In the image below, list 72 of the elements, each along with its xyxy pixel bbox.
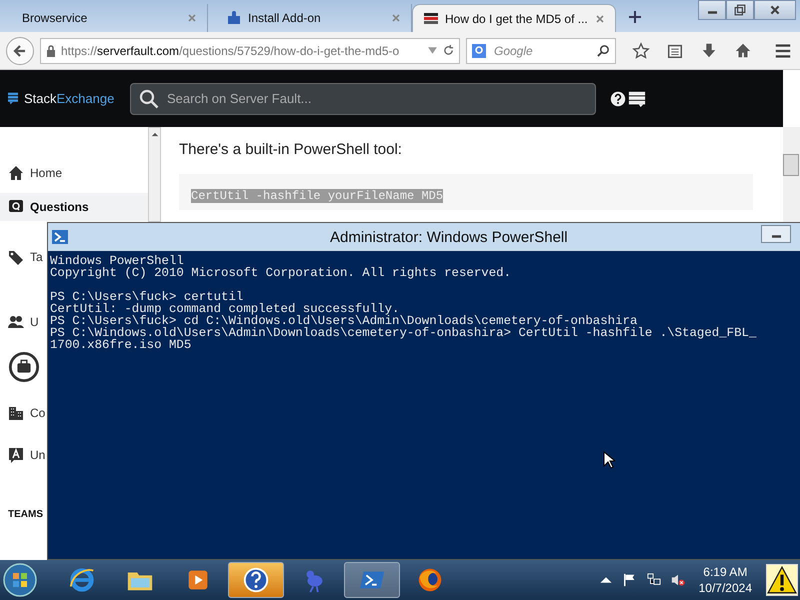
building-icon [8, 405, 24, 421]
console-line: PS C:\Users\fuck> certutil [50, 291, 244, 303]
window-title: Administrator: Windows PowerShell [330, 228, 568, 246]
search-icon [139, 88, 159, 108]
start-button[interactable] [2, 562, 38, 598]
clock[interactable]: 6:19 AM 10/7/2024 [698, 564, 752, 596]
users-icon [8, 314, 24, 330]
back-arrow-icon [12, 42, 28, 58]
home-icon[interactable] [734, 42, 752, 60]
search-field[interactable]: Google [466, 38, 616, 64]
close-button[interactable] [754, 0, 796, 20]
minimize-button[interactable] [761, 225, 791, 243]
restore-button[interactable] [726, 0, 754, 20]
close-icon [769, 4, 781, 16]
scrollbar[interactable] [148, 127, 161, 222]
chat-icon[interactable] [628, 90, 646, 108]
scrollbar[interactable] [783, 127, 800, 222]
search-icon [597, 44, 610, 57]
warning-icon[interactable] [766, 564, 798, 596]
dropdown-icon[interactable] [427, 45, 438, 56]
close-icon[interactable] [595, 14, 605, 24]
sidebar-item[interactable]: Co [0, 392, 46, 434]
search-engine-icon [472, 44, 486, 58]
lock-icon [46, 44, 56, 56]
sidebar-item[interactable]: U [0, 301, 46, 343]
powershell-icon [52, 229, 68, 245]
restore-icon [734, 4, 746, 16]
question-icon [8, 199, 24, 215]
help-icon[interactable] [610, 90, 626, 106]
answer-icon [8, 447, 24, 463]
site-icon [423, 10, 439, 26]
speaker-muted-icon[interactable] [670, 573, 685, 587]
console-line: CertUtil: -dump command completed successfully. [50, 303, 400, 315]
tag-icon [8, 249, 24, 265]
address-field[interactable]: https://serverfault.com/questions/57529/how-do-i-get-the-md5-o [40, 38, 460, 64]
flag-icon[interactable] [622, 573, 637, 587]
sidebar-item[interactable]: Home [0, 153, 148, 193]
url-text: https://serverfault.com/questions/57529/how-do-i-get-the-md5-o [61, 44, 400, 58]
network-icon[interactable] [646, 573, 661, 587]
menu-icon[interactable] [774, 42, 792, 60]
sidebar-item[interactable]: Un [0, 434, 46, 476]
search-field[interactable]: Search on Server Fault... [130, 82, 596, 114]
console-line: Copyright (C) 2010 Microsoft Corporation. All rights reserved. [50, 267, 512, 279]
minimize-icon [772, 235, 780, 238]
site-logo[interactable]: StackExchange [8, 91, 120, 106]
taskbar-button[interactable] [228, 562, 284, 598]
answer-text: There's a built-in PowerShell tool: [179, 141, 403, 158]
download-icon[interactable] [700, 42, 718, 60]
console-line: 1700.x86fre.iso MD5 [50, 339, 192, 351]
code-text: CertUtil -hashfile yourFileName MD5 [191, 189, 444, 203]
section-heading: TEAMS [7, 509, 44, 520]
browser-tab[interactable]: How do I get the MD5 of ... [412, 4, 616, 32]
home-icon [8, 165, 24, 181]
firefox-icon [416, 566, 444, 594]
sidebar-item[interactable]: Questions [0, 193, 148, 221]
sidebar-item[interactable]: Ta [0, 236, 46, 278]
console-line: PS C:\Users\fuck> cd C:\Windows.old\Users\Admin\Downloads\cemetery-of-onbashira [50, 315, 638, 327]
bookmark-star-icon[interactable] [632, 42, 650, 60]
puzzle-icon [226, 10, 242, 26]
console-line: Windows PowerShell [50, 255, 185, 267]
help-icon [242, 566, 270, 594]
scroll-thumb[interactable] [783, 154, 799, 176]
browser-e-icon [68, 566, 96, 594]
new-tab-icon[interactable] [628, 10, 642, 24]
mouse-pointer-icon [603, 451, 615, 469]
console-line: PS C:\Windows.old\Users\Admin\Downloads\cemetery-of-onbashira> CertUtil -hashfile .\Staged_FBL_ [50, 327, 758, 339]
minimize-button[interactable] [698, 0, 726, 20]
reload-icon[interactable] [443, 45, 454, 56]
minimize-icon [708, 11, 716, 14]
briefcase-icon [8, 351, 40, 383]
back-button[interactable] [6, 36, 34, 64]
scroll-up-icon[interactable] [150, 132, 158, 137]
